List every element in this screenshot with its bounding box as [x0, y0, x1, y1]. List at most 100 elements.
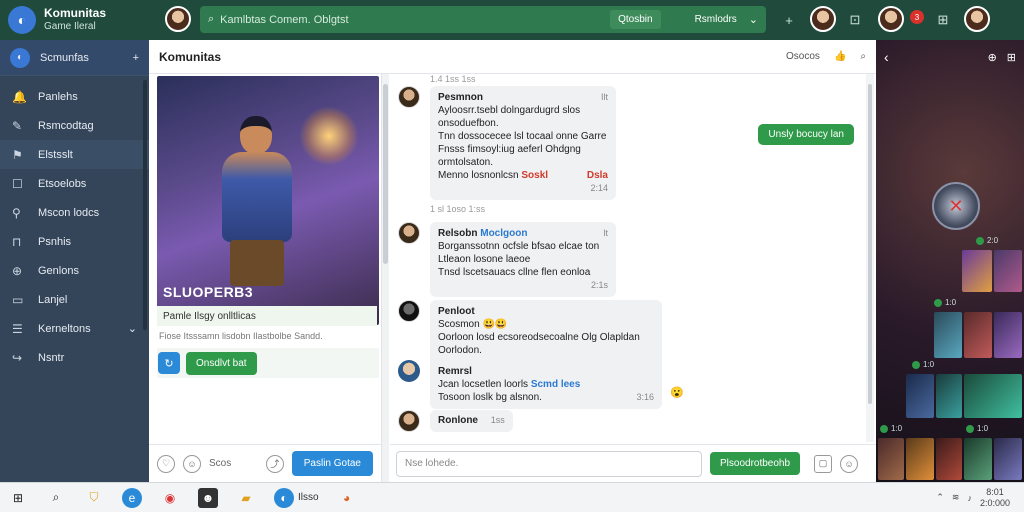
- media-thumbnail[interactable]: [964, 312, 992, 358]
- own-message[interactable]: Unsly bocucy lan: [758, 124, 854, 145]
- avatar[interactable]: [398, 222, 420, 244]
- post-image[interactable]: SLUOPERB3: [157, 76, 379, 325]
- reply-icon: ↪: [12, 350, 23, 365]
- start-icon[interactable]: ⊞: [8, 488, 28, 508]
- clock[interactable]: 8:01 2:0:000: [980, 487, 1010, 509]
- chevron-down-icon[interactable]: ⌄: [128, 322, 137, 335]
- shield-icon[interactable]: ⛉: [84, 488, 104, 508]
- reply-icon[interactable]: ↻: [158, 352, 180, 374]
- share-icon[interactable]: ⤴: [265, 454, 284, 473]
- message-bubble: Ronlone 1ss: [430, 410, 513, 432]
- post-action-button[interactable]: Onsdlvt bat: [186, 351, 257, 375]
- user-avatar-3[interactable]: [964, 6, 990, 32]
- profile-avatar[interactable]: [165, 6, 191, 32]
- plus-icon[interactable]: +: [778, 9, 800, 31]
- sidebar-item-lanjel[interactable]: ▭ Lanjel: [0, 285, 149, 314]
- gamepad-icon[interactable]: ⊡: [844, 9, 866, 31]
- grid-icon[interactable]: ⊞: [932, 9, 954, 31]
- avatar[interactable]: [398, 86, 420, 108]
- like-icon[interactable]: 👍: [834, 51, 846, 62]
- avatar[interactable]: [398, 360, 420, 382]
- sidebar-scrollbar[interactable]: [143, 80, 147, 330]
- emoji-icon[interactable]: ☺: [840, 454, 859, 473]
- emoji-reaction-icon[interactable]: 😮: [670, 386, 684, 399]
- expand-icon[interactable]: ⊕: [988, 51, 997, 64]
- expand-icon[interactable]: +: [133, 52, 139, 64]
- chevron-down-icon[interactable]: ⌄: [749, 13, 758, 26]
- sidebar-item-nsntr[interactable]: ↪ Nsntr: [0, 343, 149, 372]
- search-input[interactable]: [220, 13, 601, 26]
- post-scrollbar[interactable]: [381, 74, 389, 482]
- media-thumbnail[interactable]: [906, 374, 934, 418]
- community-app-icon[interactable]: ◐: [274, 487, 294, 508]
- sender-name[interactable]: Pesmnon: [438, 91, 483, 104]
- mention-link[interactable]: Moclgoon: [480, 228, 527, 239]
- media-thumbnail[interactable]: [934, 312, 962, 358]
- chat-scrollbar[interactable]: [866, 74, 874, 442]
- like-icon[interactable]: ♡: [157, 454, 175, 473]
- chrome-icon[interactable]: ◉: [160, 488, 180, 508]
- media-thumbnail[interactable]: [994, 438, 1022, 480]
- avatar[interactable]: [398, 410, 420, 432]
- sidebar-item-genlons[interactable]: ⊕ Genlons: [0, 256, 149, 285]
- chat-scroll-thumb[interactable]: [868, 84, 872, 404]
- filter-select[interactable]: Rsmlodrs: [695, 14, 737, 25]
- user-avatar-2[interactable]: [878, 6, 904, 32]
- sender-name[interactable]: Penloot: [438, 305, 654, 318]
- taskbar-app-label[interactable]: Ilsso: [298, 492, 319, 503]
- settings-icon[interactable]: ⊞: [1007, 51, 1016, 64]
- sidebar-item-etsoelobs[interactable]: ☐ Etsoelobs: [0, 169, 149, 198]
- bell-icon: 🔔: [12, 89, 27, 104]
- wifi-icon[interactable]: ≋: [952, 492, 960, 503]
- sidebar-item-kerneltons[interactable]: ☰ Kerneltons ⌄: [0, 314, 149, 343]
- post-scroll-thumb[interactable]: [383, 84, 388, 264]
- media-tag-label: 2:0: [987, 236, 999, 245]
- search-icon[interactable]: ⌕: [860, 51, 866, 62]
- firefox-icon[interactable]: ◕: [337, 488, 357, 508]
- media-thumbnail[interactable]: [964, 374, 1022, 418]
- media-thumbnail[interactable]: [994, 250, 1022, 292]
- media-thumbnail[interactable]: [994, 312, 1022, 358]
- sidebar-item-panlehs[interactable]: 🔔 Panlehs: [0, 82, 149, 111]
- tray-chevron-icon[interactable]: ⌃: [936, 492, 944, 503]
- media-thumbnail[interactable]: [962, 250, 992, 292]
- user-avatar-1[interactable]: [810, 6, 836, 32]
- game-app-icon[interactable]: ☻: [198, 487, 218, 508]
- sender-name[interactable]: Remrsl: [438, 365, 654, 378]
- app-logo[interactable]: ◐: [8, 6, 36, 34]
- media-thumbnail[interactable]: [936, 374, 962, 418]
- media-thumbnail[interactable]: [878, 438, 904, 480]
- comment-icon[interactable]: ☺: [183, 454, 201, 473]
- game-emblem-icon[interactable]: ✕: [932, 182, 980, 230]
- sidebar-item-elstsslt[interactable]: ⚑ Elstsslt: [0, 140, 149, 169]
- header-right-label[interactable]: Osocos: [786, 51, 820, 62]
- filter-pill[interactable]: Qtosbin: [610, 10, 661, 29]
- toolbar-label[interactable]: Scos: [209, 458, 231, 469]
- sidebar-header[interactable]: ◐ Scmunfas +: [0, 40, 149, 76]
- media-thumbnail[interactable]: [936, 438, 962, 480]
- sender-name[interactable]: Relsobn: [438, 228, 477, 239]
- mention-link[interactable]: Scmd lees: [531, 379, 580, 390]
- browser-icon[interactable]: e: [122, 487, 142, 508]
- send-button[interactable]: Plsoodrotbeohb: [710, 452, 801, 475]
- back-arrow-icon[interactable]: ‹: [884, 49, 889, 65]
- post-primary-button[interactable]: Paslin Gotae: [291, 451, 373, 476]
- sidebar-item-mscon-lodcs[interactable]: ⚲ Mscon lodcs: [0, 198, 149, 227]
- volume-icon[interactable]: ♪: [967, 493, 972, 503]
- avatar[interactable]: [398, 300, 420, 322]
- highlight-text[interactable]: Soskl: [521, 170, 548, 181]
- media-thumbnail[interactable]: [906, 438, 934, 480]
- folder-icon[interactable]: ▰: [236, 488, 256, 508]
- search-icon[interactable]: ⌕: [46, 488, 66, 508]
- message-line: Tosoon loslk bg alsnon.: [438, 392, 542, 403]
- sidebar-item-psnhis[interactable]: ⊓ Psnhis: [0, 227, 149, 256]
- notification-badge[interactable]: 3: [910, 10, 924, 24]
- message-input[interactable]: [396, 450, 702, 477]
- post-actions: ↻ Onsdlvt bat: [157, 348, 379, 378]
- sidebar-item-rsmcodtag[interactable]: ✎ Rsmcodtag: [0, 111, 149, 140]
- sender-name[interactable]: Ronlone: [438, 415, 478, 426]
- attachment-icon[interactable]: ▢: [814, 454, 833, 473]
- clock-date: 2:0:000: [979, 497, 1010, 508]
- taskbar: ⊞ ⌕ ⛉ e ◉ ☻ ▰ ◐ Ilsso ◕ ⌃ ≋ ♪ 8:01 2:0:0…: [0, 482, 1024, 512]
- media-thumbnail[interactable]: [964, 438, 992, 480]
